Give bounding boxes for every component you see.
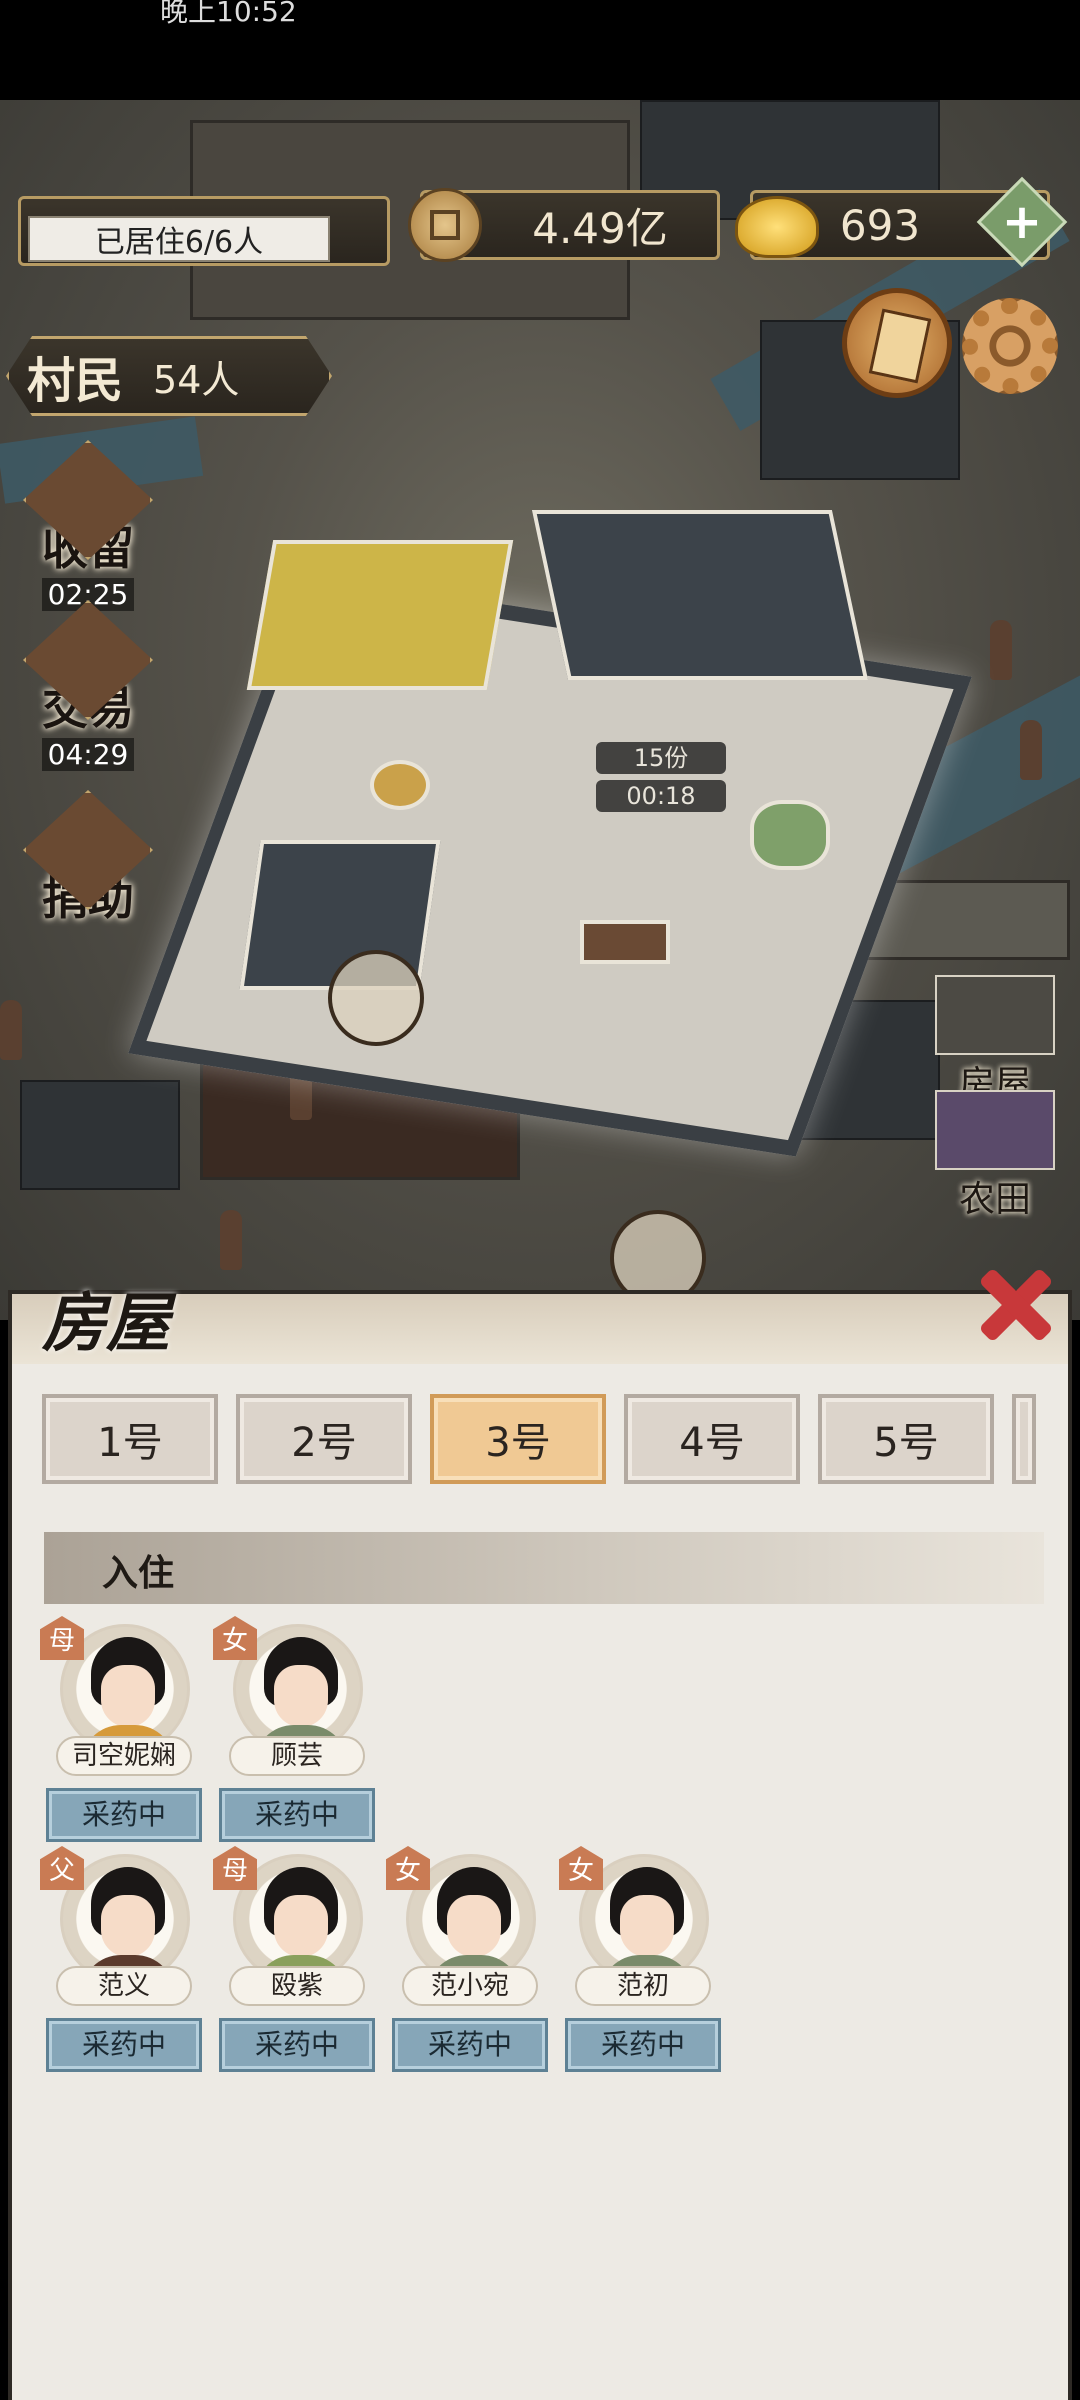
section-title: 入住 [102, 1552, 175, 1594]
resident-card[interactable]: 父 范义 采药中 [40, 1846, 204, 2072]
relation-tag: 女 [559, 1846, 603, 1890]
relation-tag: 女 [386, 1846, 430, 1890]
map-portions-label: 15份 [596, 742, 726, 774]
settings-gear-icon[interactable] [962, 298, 1058, 394]
courtyard-table [580, 920, 670, 964]
courtyard-basket [370, 760, 430, 810]
copper-coin-icon [408, 188, 482, 262]
courtyard-pond [750, 800, 830, 870]
resident-name: 范初 [575, 1966, 711, 2006]
hall-yellow-roof [246, 540, 514, 690]
resident-status-button[interactable]: 采药中 [565, 2018, 721, 2072]
houses-shortcut-button[interactable]: 房屋 [930, 975, 1060, 1107]
pagoda [220, 1210, 242, 1270]
resident-status-button[interactable]: 采药中 [392, 2018, 548, 2072]
tab-house-3[interactable]: 3号 [430, 1394, 606, 1484]
donate-button[interactable]: 捐助 [18, 790, 158, 928]
resident-card[interactable]: 女 范小宛 采药中 [386, 1846, 550, 2072]
resident-name: 司空妮娴 [56, 1736, 192, 1776]
relation-tag: 父 [40, 1846, 84, 1890]
resident-status-button[interactable]: 采药中 [219, 1788, 375, 1842]
section-header: 入住 [44, 1532, 1044, 1604]
pagoda [990, 620, 1012, 680]
resident-name: 范小宛 [402, 1966, 538, 2006]
villager-counter[interactable]: 村民 54人 [6, 336, 332, 416]
resident-status-button[interactable]: 采药中 [46, 2018, 202, 2072]
villager-label: 村民 [27, 353, 124, 409]
panel-header [12, 1294, 1068, 1364]
residence-label: 已居住6/6人 [28, 216, 330, 262]
game-map[interactable]: 15份 00:18 [0, 100, 1080, 1320]
ledger-button[interactable] [842, 288, 952, 398]
tab-house-5[interactable]: 5号 [818, 1394, 994, 1484]
resident-name: 范义 [56, 1966, 192, 2006]
relation-tag: 母 [40, 1616, 84, 1660]
selected-courtyard[interactable] [128, 510, 972, 1157]
resident-name: 殴紫 [229, 1966, 365, 2006]
house-icon [935, 975, 1055, 1055]
tab-house-2[interactable]: 2号 [236, 1394, 412, 1484]
pagoda [0, 1000, 22, 1060]
resident-status-button[interactable]: 采药中 [46, 1788, 202, 1842]
main-hall [531, 510, 869, 680]
farmland-shortcut-label: 农田 [958, 1179, 1031, 1220]
resident-name: 顾芸 [229, 1736, 365, 1776]
trade-button[interactable]: 交易 04:29 [18, 600, 158, 771]
resident-card[interactable]: 母 司空妮娴 采药中 [40, 1616, 204, 1842]
status-time: 晚上10:52 [160, 0, 297, 28]
book-icon [868, 308, 932, 384]
copper-value: 4.49亿 [532, 203, 668, 253]
house-panel: 房屋 1号 2号 3号 4号 5号 入住 母 司空妮娴 采药中 女 顾芸 采药中… [8, 1286, 1072, 2400]
house-tabs: 1号 2号 3号 4号 5号 [42, 1394, 1036, 1484]
farmland-icon [935, 1090, 1055, 1170]
resident-card[interactable]: 母 殴紫 采药中 [213, 1846, 377, 2072]
relation-tag: 女 [213, 1616, 257, 1660]
close-icon[interactable] [968, 1258, 1058, 1348]
panel-title: 房屋 [42, 1286, 170, 1361]
relation-tag: 母 [213, 1846, 257, 1890]
map-badge-icon[interactable] [328, 950, 424, 1046]
shelter-button[interactable]: 收留 02:25 [18, 440, 158, 611]
status-bar: 晚上10:52 [0, 0, 1080, 100]
tab-house-6-partial[interactable] [1012, 1394, 1036, 1484]
resident-status-button[interactable]: 采药中 [219, 2018, 375, 2072]
map-timer-label: 00:18 [596, 780, 726, 812]
tab-house-4[interactable]: 4号 [624, 1394, 800, 1484]
villager-count: 54人 [153, 357, 240, 402]
trade-timer: 04:29 [41, 738, 135, 771]
resident-card[interactable]: 女 范初 采药中 [559, 1846, 723, 2072]
farmland-shortcut-button[interactable]: 农田 [930, 1090, 1060, 1222]
gold-value: 693 [839, 200, 921, 250]
resident-card[interactable]: 女 顾芸 采药中 [213, 1616, 377, 1842]
pagoda [1020, 720, 1042, 780]
tab-house-1[interactable]: 1号 [42, 1394, 218, 1484]
gold-ingot-icon [735, 196, 819, 258]
plus-icon: + [1001, 194, 1043, 250]
